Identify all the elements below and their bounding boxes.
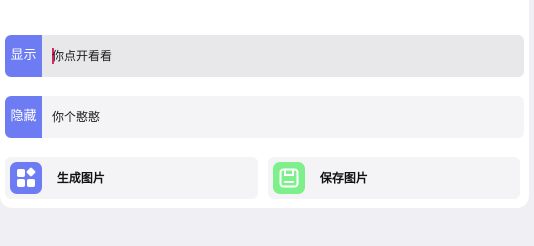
save-floppy-icon xyxy=(273,162,305,194)
show-text-row: 显示 你点开看看 xyxy=(5,35,524,77)
generate-image-button[interactable]: 生成图片 xyxy=(5,157,258,199)
hide-label: 隐藏 xyxy=(5,96,42,138)
save-image-button[interactable]: 保存图片 xyxy=(268,157,520,199)
hide-text-input[interactable]: 你个憨憨 xyxy=(52,96,100,138)
generate-image-label: 生成图片 xyxy=(57,171,106,185)
hide-text-row: 隐藏 你个憨憨 xyxy=(5,96,524,138)
show-text-input[interactable]: 你点开看看 xyxy=(52,35,112,77)
save-image-label: 保存图片 xyxy=(320,171,369,185)
apps-grid-icon xyxy=(10,162,42,194)
show-label: 显示 xyxy=(5,35,42,77)
